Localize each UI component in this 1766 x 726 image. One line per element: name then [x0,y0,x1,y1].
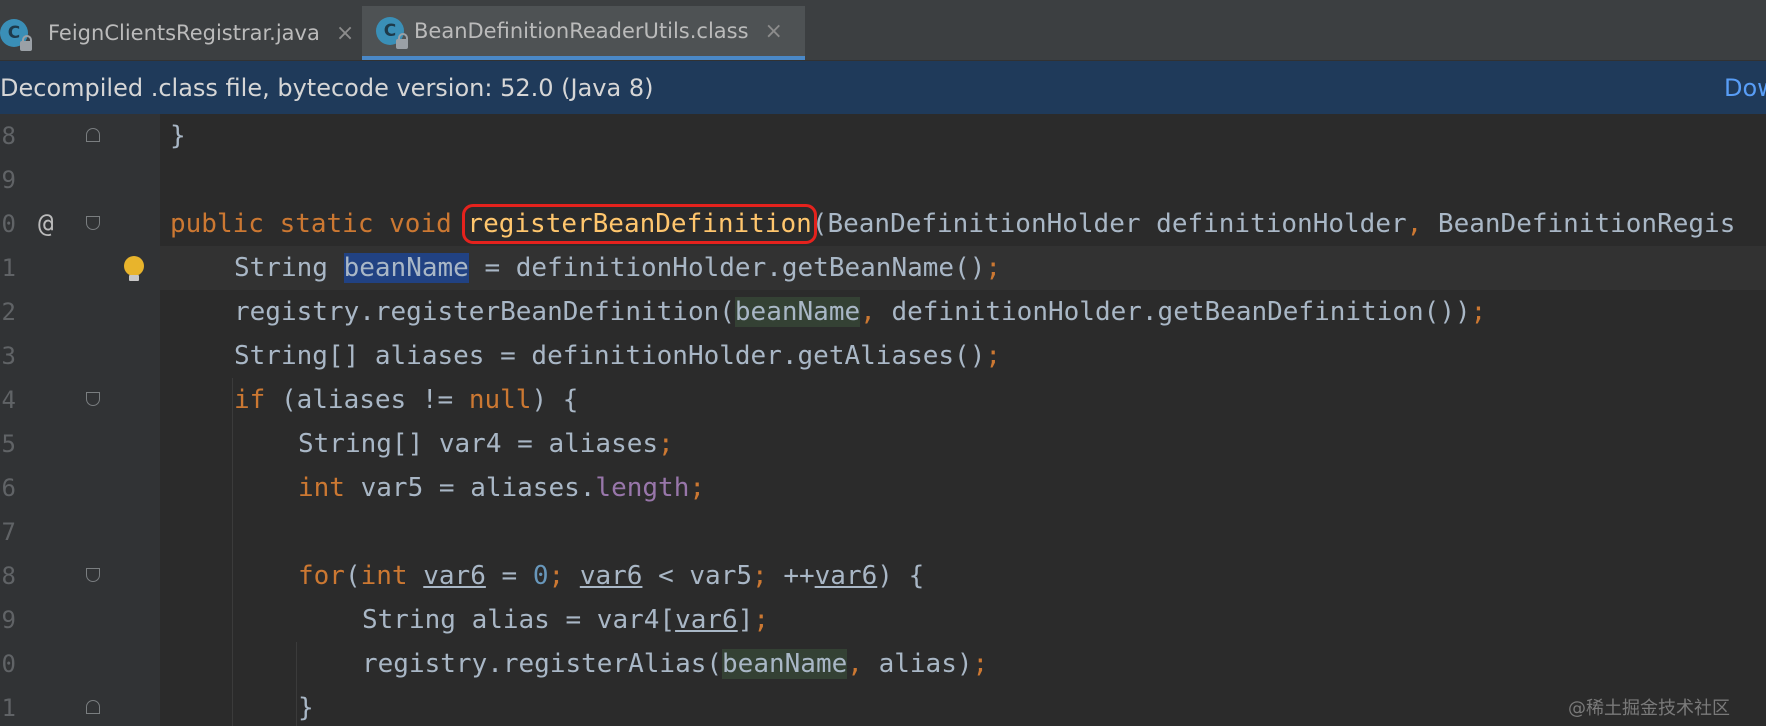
download-sources-link[interactable]: Dow [1724,74,1766,102]
gutter: 1 [0,686,160,726]
line-number: 5 [1,430,16,458]
gutter: 4 [0,378,160,422]
code-text: String[] var4 = aliases; [298,429,674,459]
code-text: registry.registerBeanDefinition(beanName… [234,297,1487,327]
code-text: String beanName = definitionHolder.getBe… [234,253,1002,283]
code-editor[interactable]: 8 } 9 0 @ public static void registerBea… [0,114,1766,726]
code-text: } [170,121,186,151]
editor-tab-bar: C FeignClientsRegistrar.java × C BeanDef… [0,0,1766,61]
line-number: 6 [1,474,16,502]
code-text: } [298,693,314,723]
code-line: 3 String[] aliases = definitionHolder.ge… [0,334,1766,378]
code-text: registry.registerAlias(beanName, alias); [362,649,989,679]
code-line: 2 registry.registerBeanDefinition(beanNa… [0,290,1766,334]
line-number: 2 [1,298,16,326]
line-number: 0 [1,650,16,678]
decompiled-banner: Decompiled .class file, bytecode version… [0,61,1766,114]
line-number: 3 [1,342,16,370]
close-icon[interactable]: × [765,19,783,44]
code-line: 0 @ public static void registerBeanDefin… [0,202,1766,246]
line-number: 8 [1,562,16,590]
tab-feign-clients-registrar[interactable]: C FeignClientsRegistrar.java × [0,6,360,60]
code-line: 4 if (aliases != null) { [0,378,1766,422]
gutter: 8 [0,114,160,158]
code-text: int var5 = aliases.length; [298,473,705,503]
gutter: 9 [0,158,160,202]
class-file-icon: C [0,19,32,51]
line-number: 0 [1,210,16,238]
code-line: 9 String alias = var4[var6]; [0,598,1766,642]
tab-label: FeignClientsRegistrar.java [48,21,320,45]
code-line: 8 } [0,114,1766,158]
code-text: String alias = var4[var6]; [362,605,770,635]
lock-icon [20,35,32,51]
close-icon[interactable]: × [336,21,354,46]
gutter: 1 [0,246,160,290]
line-number: 7 [1,518,16,546]
fold-start-icon[interactable] [86,392,100,406]
line-number: 1 [1,694,16,722]
code-line: 0 registry.registerAlias(beanName, alias… [0,642,1766,686]
class-file-icon: C [376,17,408,49]
lock-icon [396,33,408,49]
code-text: public static void registerBeanDefinitio… [170,204,1736,244]
fold-end-icon[interactable] [86,128,100,142]
gutter: 0 @ [0,202,160,246]
code-line-current: 1 String beanName = definitionHolder.get… [0,246,1766,290]
fold-end-icon[interactable] [86,700,100,714]
code-line: 1 } [0,686,1766,726]
fold-start-icon[interactable] [86,568,100,582]
gutter: 7 [0,510,160,554]
gutter: 6 [0,466,160,510]
line-number: 9 [1,606,16,634]
code-line: 9 [0,158,1766,202]
banner-text: Decompiled .class file, bytecode version… [0,74,654,102]
line-number: 4 [1,386,16,414]
gutter: 2 [0,290,160,334]
gutter: 3 [0,334,160,378]
method-name-highlight: registerBeanDefinition [462,204,817,244]
code-line: 6 int var5 = aliases.length; [0,466,1766,510]
code-text: String[] aliases = definitionHolder.getA… [234,341,1002,371]
code-line: 8 for(int var6 = 0; var6 < var5; ++var6)… [0,554,1766,598]
code-line: 5 String[] var4 = aliases; [0,422,1766,466]
lightbulb-icon[interactable] [124,256,144,281]
gutter: 9 [0,598,160,642]
watermark: @稀土掘金技术社区 [1568,698,1730,719]
line-number: 1 [1,254,16,282]
line-number: 8 [1,122,16,150]
tab-bean-definition-reader-utils[interactable]: C BeanDefinitionReaderUtils.class × [362,6,805,60]
gutter: 8 [0,554,160,598]
override-marker-icon[interactable]: @ [38,202,54,246]
line-number: 9 [1,166,16,194]
code-text: for(int var6 = 0; var6 < var5; ++var6) { [298,561,925,591]
fold-start-icon[interactable] [86,216,100,230]
tab-label: BeanDefinitionReaderUtils.class [414,19,749,43]
code-line: 7 [0,510,1766,554]
code-text: if (aliases != null) { [234,385,579,415]
gutter: 5 [0,422,160,466]
gutter: 0 [0,642,160,686]
